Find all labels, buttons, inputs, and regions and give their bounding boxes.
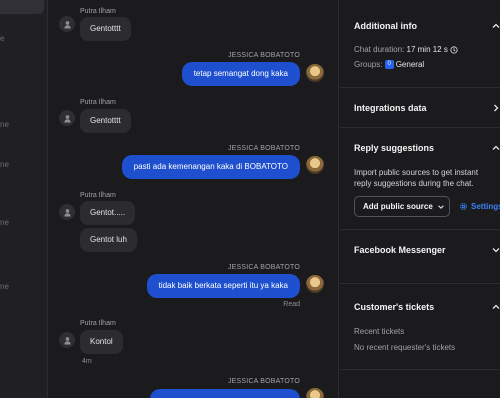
message-sender: Putra Ilham [80,320,116,327]
chat-transcript: Putra Ilham Gentotttt JESSICA BOBATOTO t… [49,0,339,398]
customer-tickets-section: Customer's tickets Recent tickets No rec… [340,284,500,370]
chevron-right-icon[interactable] [491,103,500,113]
agent-message-bubble: tetap semangat dong kaka [181,62,300,86]
chat-list-fragment: ne [0,218,9,227]
message-sender: Putra Ilham [80,99,116,106]
customer-message-bubble: Gentot..... [80,201,136,225]
message-sender: Putra Ilham [80,8,116,15]
chat-list-fragment: ne [0,282,9,291]
chat-duration: Chat duration: 17 min 12 s [354,45,458,54]
groups-label: Groups: [354,60,383,69]
settings-link[interactable]: Settings [459,202,500,211]
selected-chat-item[interactable] [0,0,44,14]
section-title: Integrations data [354,103,427,113]
chevron-up-icon[interactable] [491,302,500,312]
chevron-down-icon[interactable] [491,245,500,255]
chat-list-rail: e ne ne ne ne [0,0,48,398]
section-title: Customer's tickets [354,302,435,312]
customer-message-bubble: Gentot luh [80,228,137,252]
recent-tickets-label: Recent tickets [354,327,405,336]
customer-message-bubble: Kontol [80,330,123,354]
section-title: Facebook Messenger [354,245,446,255]
agent-avatar [306,275,324,293]
agent-avatar [306,156,324,174]
details-panel: Additional info Chat duration: 17 min 12… [340,0,500,398]
agent-message-bubble: tidak baik berkata seperti itu ya kaka [146,274,300,298]
info-icon[interactable] [450,46,458,54]
reply-suggestions-description: Import public sources to get instant [354,168,479,177]
message-time: 4m [82,358,92,365]
add-public-source-label: Add public source [363,202,433,211]
customer-avatar-icon [59,16,75,32]
agent-message-bubble: pasti ada kemenangan kaka di BOBATOTO [121,155,300,179]
additional-info-section: Additional info Chat duration: 17 min 12… [340,0,500,88]
message-sender: JESSICA BOBATOTO [227,52,300,59]
duration-value: 17 min 12 s [406,45,448,54]
chevron-up-icon[interactable] [491,21,500,31]
chevron-up-icon[interactable] [491,143,500,153]
customer-avatar-icon [59,332,75,348]
agent-avatar [306,64,324,82]
add-public-source-button[interactable]: Add public source [354,196,450,217]
section-title: Reply suggestions [354,143,435,153]
customer-avatar-icon [59,204,75,220]
message-sender: JESSICA BOBATOTO [227,145,300,152]
group-name: General [395,60,425,69]
agent-avatar [306,388,324,398]
group-badge: 0 [384,60,394,70]
reply-suggestions-description: reply suggestions during the chat. [354,179,474,188]
customer-message-bubble: Gentotttt [80,17,131,41]
chat-list-fragment: e [0,34,5,43]
no-tickets-label: No recent requester's tickets [354,343,456,352]
read-status: Read [283,301,300,308]
customer-message-bubble: Gentotttt [80,109,131,133]
integrations-section[interactable]: Integrations data [340,88,500,128]
section-title: Additional info [354,21,417,31]
gear-icon [460,203,467,210]
message-sender: JESSICA BOBATOTO [227,264,300,271]
chevron-down-icon [438,204,444,209]
settings-label: Settings [471,202,500,211]
chat-list-fragment: ne [0,160,9,169]
groups-line: Groups: 0 General [354,60,425,70]
message-sender: JESSICA BOBATOTO [227,378,300,385]
facebook-messenger-section: Facebook Messenger [340,230,500,284]
message-sender: Putra Ilham [80,192,116,199]
agent-message-bubble [150,389,300,398]
chat-list-fragment: ne [0,120,9,129]
duration-label: Chat duration: [354,45,405,54]
customer-avatar-icon [59,110,75,126]
